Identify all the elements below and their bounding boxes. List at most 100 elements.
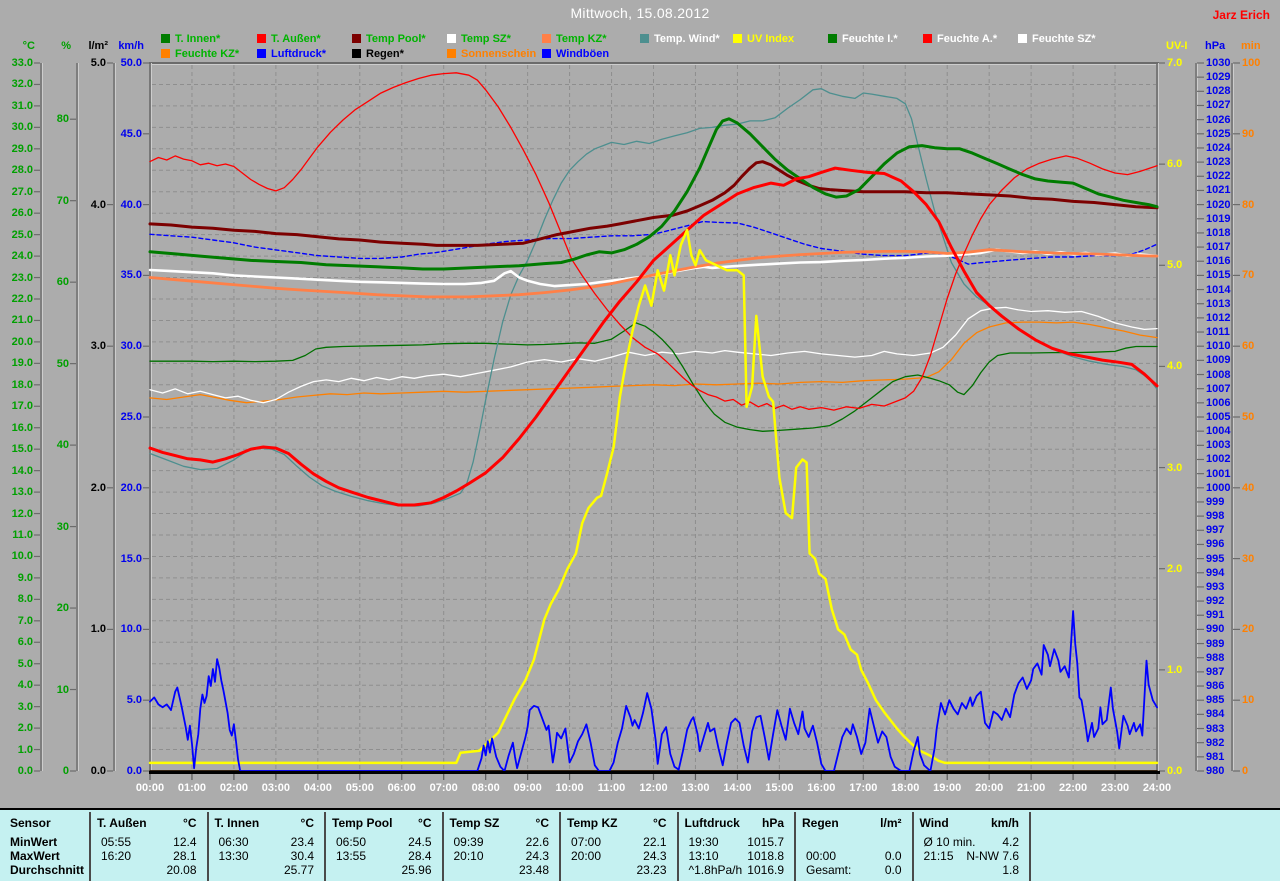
axis-tick-label-celsius: 29.0 [11, 142, 33, 155]
axis-tick-label-uv: 2.0 [1167, 562, 1183, 575]
axis-tick-label-uv: 5.0 [1167, 259, 1183, 272]
axis-tick-label-lm2: 1.0 [90, 623, 106, 636]
table-cell-value: 23.48 [518, 863, 549, 877]
hour-label: 15:00 [765, 782, 794, 794]
axis-tick-label-celsius: 18.0 [11, 378, 33, 391]
axis-tick-label-hpa: 1010 [1206, 340, 1231, 353]
hour-label: 02:00 [219, 782, 248, 794]
axis-tick-label-kmh: 35.0 [120, 269, 142, 282]
axis-tick-label-hpa: 994 [1206, 566, 1225, 579]
axis-tick-label-percent: 30 [56, 520, 69, 533]
table-cell-value: 25.96 [401, 863, 432, 877]
axis-tick-label-min: 60 [1242, 340, 1255, 353]
axis-tick-label-celsius: 12.0 [11, 507, 33, 520]
axis-tick-label-hpa: 1012 [1206, 311, 1231, 324]
axis-tick-label-min: 30 [1242, 552, 1255, 565]
hour-label: 18:00 [891, 782, 920, 794]
chart-plot-area [34, 62, 1240, 780]
axis-tick-label-percent: 10 [56, 683, 69, 696]
table-cell-value: 25.77 [283, 863, 314, 877]
axis-tick-label-min: 10 [1242, 694, 1255, 707]
axis-tick-label-min: 50 [1242, 411, 1255, 423]
table-separator [324, 812, 326, 881]
axis-tick-label-hpa: 1025 [1206, 127, 1231, 140]
table-col-unit: hPa [761, 816, 784, 830]
table-cell-value: 24.3 [643, 849, 667, 863]
axis-tick-label-hpa: 982 [1206, 736, 1225, 749]
axis-tick-label-celsius: 10.0 [11, 550, 33, 563]
axis-tick-label-percent: 20 [56, 602, 69, 615]
table-row-label: Durchschnitt [10, 863, 85, 877]
hour-label: 00:00 [135, 782, 165, 794]
axis-tick-label-kmh: 50.0 [120, 57, 142, 69]
hour-label: 14:00 [723, 782, 752, 794]
axis-tick-label-hpa: 985 [1206, 694, 1225, 707]
hour-label: 22:00 [1059, 782, 1088, 794]
axis-tick-label-hpa: 992 [1206, 595, 1225, 608]
axis-tick-label-min: 70 [1242, 269, 1255, 282]
hour-label: 21:00 [1017, 782, 1046, 794]
table-cell-value: 1015.7 [747, 835, 784, 849]
axis-tick-label-hpa: 1013 [1206, 297, 1231, 310]
hour-label: 01:00 [177, 782, 207, 794]
hour-label: 12:00 [639, 782, 668, 794]
table-col-unit: km/h [990, 816, 1019, 830]
axis-tick-label-celsius: 2.0 [17, 722, 33, 735]
table-col-unit: °C [183, 816, 197, 830]
axis-tick-label-celsius: 6.0 [17, 636, 33, 649]
hour-label: 16:00 [807, 782, 836, 794]
axis-tick-label-hpa: 980 [1206, 765, 1225, 777]
axis-tick-label-uv: 0.0 [1167, 765, 1183, 777]
axis-tick-label-celsius: 5.0 [17, 657, 33, 670]
table-separator [206, 812, 209, 881]
table-separator [441, 812, 444, 881]
axis-tick-label-hpa: 1003 [1206, 439, 1231, 452]
axis-header-kmh: km/h [118, 40, 144, 52]
axis-tick-label-celsius: 22.0 [11, 293, 33, 305]
axis-tick-label-min: 40 [1242, 481, 1255, 494]
axis-tick-label-hpa: 989 [1206, 637, 1225, 650]
hour-label: 05:00 [345, 782, 374, 794]
axis-tick-label-uv: 6.0 [1167, 158, 1183, 171]
axis-tick-label-celsius: 20.0 [11, 335, 33, 348]
table-col-unit: °C [535, 816, 549, 830]
table-cell-value: 22.1 [643, 835, 667, 849]
axis-tick-label-min: 100 [1242, 57, 1261, 69]
axis-tick-label-hpa: 1011 [1206, 326, 1230, 339]
weather-app-window: Mittwoch, 15.08.2012 Jarz Erich T. Innen… [0, 0, 1280, 881]
hour-label: 06:00 [387, 782, 416, 794]
table-col-unit: °C [653, 816, 667, 830]
table-cell-value: 4.2 [1002, 835, 1019, 849]
axis-tick-label-kmh: 20.0 [120, 481, 142, 494]
hour-label: 13:00 [681, 782, 710, 794]
axis-tick-label-hpa: 1005 [1206, 411, 1231, 423]
axis-header-percent: % [61, 40, 71, 52]
axis-tick-label-hpa: 995 [1206, 552, 1225, 565]
hour-label: 09:00 [513, 782, 542, 794]
axis-tick-label-hpa: 1021 [1206, 184, 1231, 197]
axis-tick-label-hpa: 1004 [1206, 425, 1231, 438]
axis-tick-label-celsius: 26.0 [11, 207, 33, 220]
axis-tick-label-celsius: 1.0 [17, 743, 33, 756]
table-cell-value: 1018.8 [747, 849, 784, 863]
axis-tick-label-hpa: 1002 [1206, 453, 1231, 466]
axis-tick-label-celsius: 3.0 [17, 700, 33, 713]
table-cell-value: 20.08 [166, 863, 197, 877]
axis-header-lm2: l/m² [88, 40, 108, 52]
axis-tick-label-celsius: 4.0 [17, 679, 33, 692]
table-col-unit: °C [300, 816, 314, 830]
table-cell-value: N-NW 7.6 [966, 849, 1019, 863]
axis-tick-label-hpa: 997 [1206, 524, 1225, 537]
axis-tick-label-hpa: 1006 [1206, 396, 1231, 409]
table-separator [794, 812, 796, 881]
table-separator [1029, 812, 1031, 881]
axis-tick-label-min: 80 [1242, 198, 1255, 211]
axis-tick-label-hpa: 1018 [1206, 226, 1231, 239]
table-cell-value: 0.0 [884, 863, 902, 877]
axis-tick-label-celsius: 19.0 [11, 357, 33, 370]
axis-tick-label-celsius: 28.0 [11, 164, 33, 177]
axis-tick-label-kmh: 5.0 [126, 694, 142, 707]
axis-tick-label-uv: 1.0 [1167, 663, 1183, 676]
hour-label: 23:00 [1100, 782, 1130, 794]
hour-label: 07:00 [429, 782, 458, 794]
